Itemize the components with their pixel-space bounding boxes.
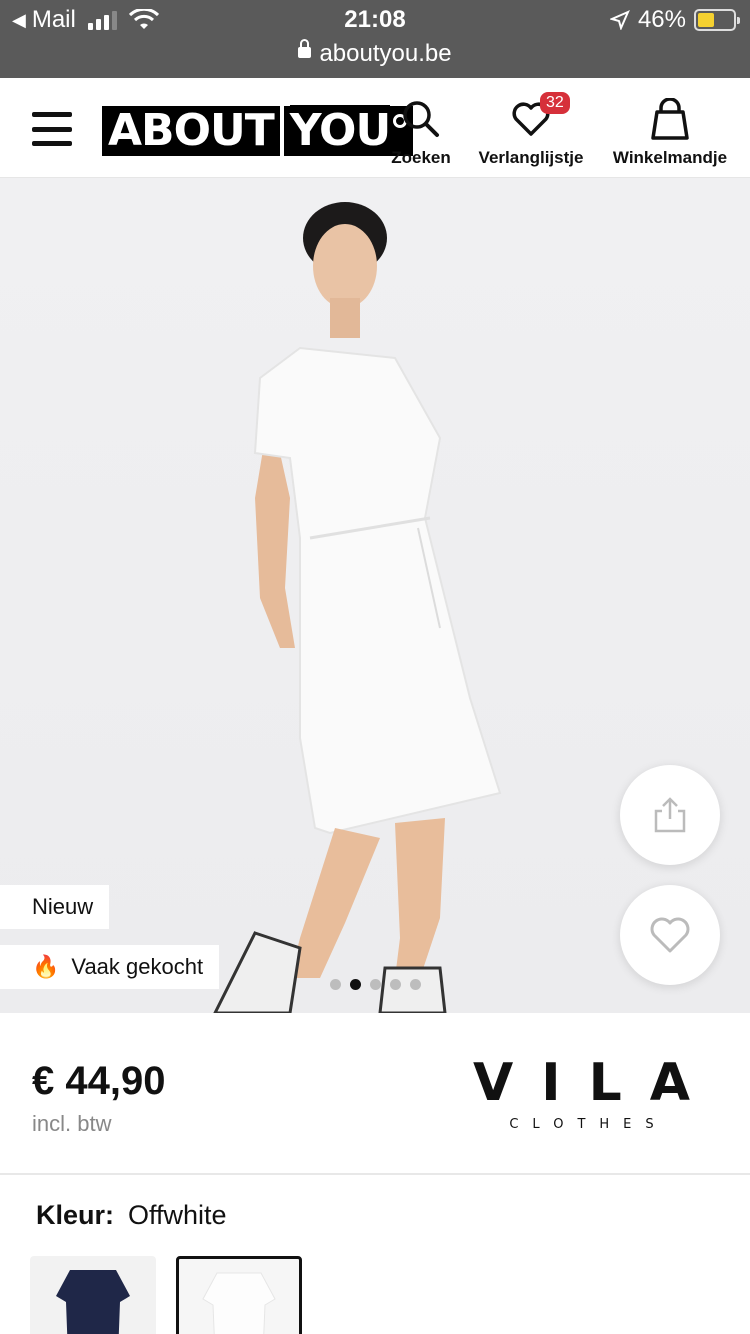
share-button[interactable] [620, 765, 720, 865]
tag-frequently-bought: 🔥 Vaak gekocht [0, 945, 220, 989]
vat-note: incl. btw [32, 1111, 112, 1136]
search-button[interactable]: Zoeken [388, 98, 454, 168]
menu-icon[interactable] [32, 112, 72, 146]
product-photo [213, 202, 502, 1013]
price-section: € 44,90 incl. btw VILA CLOTHES [0, 1013, 750, 1175]
shopping-bag-icon [651, 98, 689, 140]
about-you-logo[interactable]: ABOUT YOU [102, 105, 414, 156]
status-right: 46% [609, 6, 740, 34]
navy-dress-thumbnail [56, 1270, 130, 1334]
cart-button[interactable]: Winkelmandje [606, 98, 734, 168]
color-label: Kleur: [36, 1200, 115, 1230]
logo-about: ABOUT [102, 106, 280, 156]
heart-outline-icon [650, 917, 690, 953]
location-arrow-icon [609, 10, 630, 30]
address-bar[interactable]: aboutyou.be [0, 39, 750, 68]
color-swatch-offwhite[interactable] [176, 1256, 302, 1334]
carousel-dot[interactable] [410, 979, 421, 990]
search-icon [403, 101, 439, 137]
color-value: Offwhite [128, 1200, 227, 1230]
share-icon [654, 797, 686, 833]
battery-icon [694, 9, 740, 31]
carousel-dot[interactable] [370, 979, 381, 990]
wishlist-label: Verlanglijstje [478, 148, 584, 167]
carousel-dots[interactable] [330, 979, 421, 990]
carousel-dot-active[interactable] [350, 979, 361, 990]
site-header: ABOUT YOU Zoeken 32 Verlanglijstje Winke… [0, 78, 750, 178]
fire-icon: 🔥 [32, 954, 60, 979]
color-swatch-navy[interactable] [30, 1256, 156, 1334]
brand-name: VILA [473, 1053, 718, 1113]
lock-icon [298, 39, 312, 59]
carousel-dot[interactable] [330, 979, 341, 990]
battery-percent: 46% [637, 6, 686, 33]
browser-top-bar: ◀ Mail 21:08 46% aboutyou.be [0, 0, 750, 78]
url-text: aboutyou.be [319, 40, 452, 67]
add-to-wishlist-button[interactable] [620, 885, 720, 985]
color-selector-label: Kleur: Offwhite [36, 1200, 227, 1231]
product-image-carousel[interactable]: Nieuw 🔥 Vaak gekocht [0, 178, 750, 1013]
battery-level [698, 13, 714, 27]
carousel-dot[interactable] [390, 979, 401, 990]
offwhite-dress-thumbnail [202, 1272, 276, 1334]
brand-subtitle: CLOTHES [509, 1117, 668, 1132]
tag-new: Nieuw [0, 885, 110, 929]
cart-label: Winkelmandje [612, 148, 728, 167]
product-price: € 44,90 [32, 1059, 166, 1103]
brand-logo[interactable]: VILA CLOTHES [445, 1053, 718, 1132]
wishlist-count-badge: 32 [540, 92, 570, 114]
search-label: Zoeken [391, 148, 451, 167]
wishlist-button[interactable]: 32 Verlanglijstje [472, 92, 590, 168]
